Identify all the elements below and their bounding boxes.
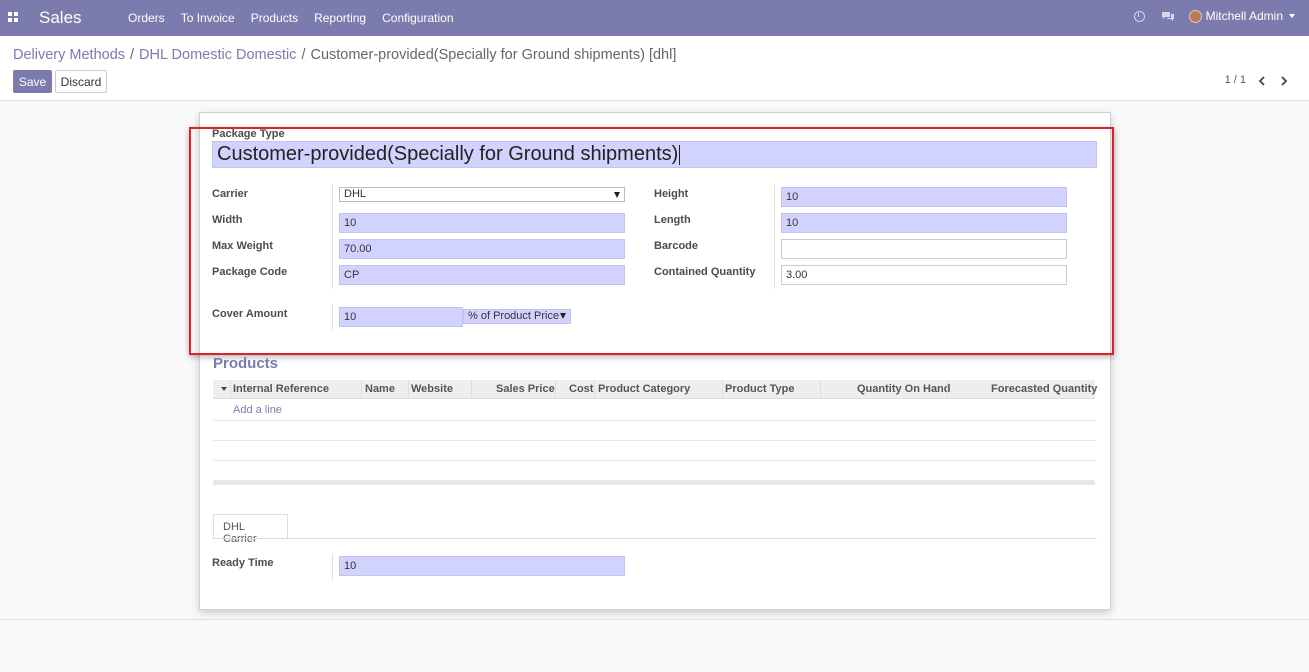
column-product-category[interactable]: Product Category (598, 383, 690, 395)
height-input[interactable]: 10 (781, 187, 1067, 207)
package-code-label: Package Code (212, 266, 288, 278)
package-type-name-value: Customer-provided(Specially for Ground s… (217, 143, 679, 165)
barcode-label: Barcode (654, 240, 699, 252)
user-avatar[interactable] (1188, 9, 1202, 23)
carrier-label: Carrier (212, 188, 249, 200)
carrier-value: DHL (344, 188, 367, 200)
table-row (213, 420, 1095, 421)
height-label: Height (654, 188, 689, 200)
table-row (213, 460, 1095, 461)
length-label: Length (654, 214, 691, 226)
max-weight-label: Max Weight (212, 240, 273, 252)
activity-clock-icon[interactable] (1133, 10, 1145, 22)
carrier-select[interactable]: DHL (339, 187, 625, 202)
text-cursor (679, 144, 681, 165)
ready-time-label: Ready Time (212, 557, 274, 569)
package-code-input[interactable]: CP (339, 265, 625, 285)
chat-icon[interactable] (1161, 11, 1175, 21)
top-navbar: Sales Orders To Invoice Products Reporti… (0, 0, 1309, 36)
column-name[interactable]: Name (365, 383, 395, 395)
package-type-label: Package Type (212, 128, 285, 140)
dropdown-arrow-icon (614, 192, 620, 198)
menu-item-configuration[interactable]: Configuration (382, 11, 453, 25)
divider (774, 185, 775, 289)
width-input[interactable]: 10 (339, 213, 625, 233)
user-menu[interactable]: Mitchell Admin (1206, 9, 1283, 23)
width-label: Width (212, 214, 243, 226)
tab-dhl-carrier[interactable]: DHL Carrier (213, 514, 288, 545)
column-internal-reference[interactable]: Internal Reference (233, 383, 329, 395)
cover-amount-input[interactable]: 10 (339, 307, 463, 327)
column-product-type[interactable]: Product Type (725, 383, 794, 395)
chevron-down-icon[interactable] (1289, 14, 1295, 18)
ready-time-input[interactable]: 10 (339, 556, 625, 576)
column-forecasted-quantity[interactable]: Forecasted Quantity (991, 383, 1097, 395)
breadcrumb-current: Customer-provided(Specially for Ground s… (310, 47, 677, 63)
apps-menu-icon[interactable] (8, 12, 18, 22)
products-section-title: Products (213, 355, 279, 372)
column-website[interactable]: Website (411, 383, 453, 395)
max-weight-input[interactable]: 70.00 (339, 239, 625, 259)
column-quantity-on-hand[interactable]: Quantity On Hand (857, 383, 951, 395)
menu-item-to-invoice[interactable]: To Invoice (181, 11, 235, 25)
breadcrumb-dhl-domestic[interactable]: DHL Domestic Domestic (139, 47, 296, 63)
divider (332, 554, 333, 580)
systray: Mitchell Admin (1133, 9, 1295, 23)
column-cost[interactable]: Cost (569, 383, 593, 395)
save-button[interactable]: Save (13, 70, 52, 93)
menu-item-products[interactable]: Products (251, 11, 298, 25)
discard-button[interactable]: Discard (55, 70, 107, 93)
column-sales-price[interactable]: Sales Price (496, 383, 555, 395)
table-row (213, 440, 1095, 441)
divider (332, 185, 333, 289)
tab-divider (213, 538, 1097, 539)
main-menu: Orders To Invoice Products Reporting Con… (128, 11, 470, 25)
cover-amount-unit-select[interactable]: % of Product Price (463, 309, 571, 324)
products-table-header: Internal Reference Name Website Sales Pr… (213, 380, 1097, 399)
control-panel: Delivery Methods / DHL Domestic Domestic / C… (0, 36, 1309, 101)
menu-item-reporting[interactable]: Reporting (314, 11, 366, 25)
divider (332, 304, 333, 330)
add-line-link[interactable]: Add a line (233, 404, 282, 416)
products-table-footer (213, 480, 1095, 485)
sort-caret-icon[interactable] (221, 387, 227, 391)
cover-amount-label: Cover Amount (212, 308, 288, 320)
barcode-input[interactable] (781, 239, 1067, 259)
breadcrumb: Delivery Methods / DHL Domestic Domestic / C… (13, 47, 677, 63)
dropdown-arrow-icon (560, 313, 566, 319)
breadcrumb-delivery-methods[interactable]: Delivery Methods (13, 47, 125, 63)
app-name[interactable]: Sales (39, 8, 82, 28)
package-type-name-input[interactable]: Customer-provided(Specially for Ground s… (212, 141, 1097, 168)
cover-amount-unit-value: % of Product Price (468, 310, 560, 322)
length-input[interactable]: 10 (781, 213, 1067, 233)
contained-quantity-label: Contained Quantity (654, 266, 756, 278)
contained-quantity-input[interactable]: 3.00 (781, 265, 1067, 285)
pager-counter[interactable]: 1 / 1 (1225, 74, 1246, 86)
menu-item-orders[interactable]: Orders (128, 11, 165, 25)
chevron-left-icon[interactable] (1257, 75, 1267, 86)
chevron-right-icon[interactable] (1279, 75, 1289, 86)
